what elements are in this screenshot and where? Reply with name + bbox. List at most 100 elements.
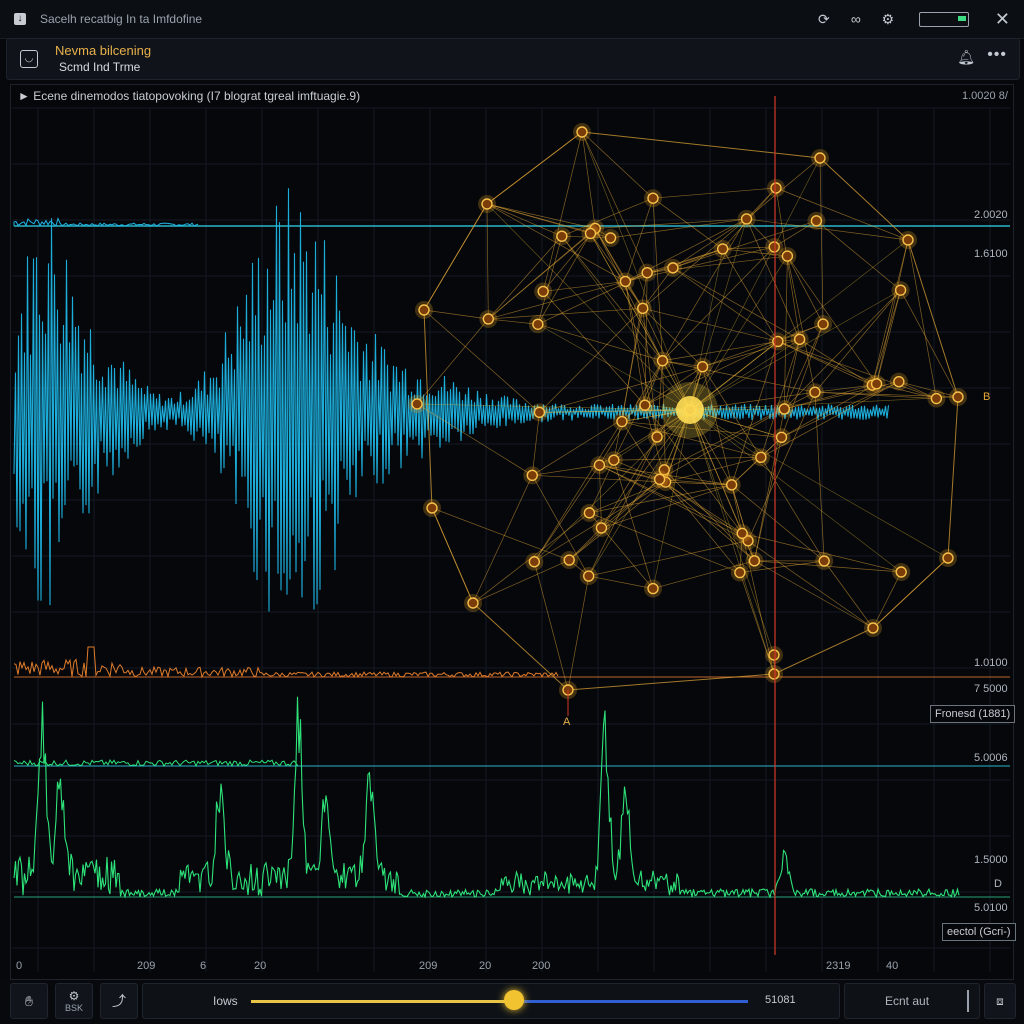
network-node[interactable] — [818, 555, 830, 567]
network-node[interactable] — [583, 507, 596, 519]
network-node[interactable] — [411, 398, 423, 410]
network-node[interactable] — [725, 479, 738, 491]
network-node[interactable] — [748, 555, 761, 567]
settings-button[interactable]: ⚙ BSK — [55, 983, 93, 1019]
panel-top-right-value: 1.0020 8/ — [962, 90, 1008, 102]
network-node[interactable] — [604, 232, 617, 244]
network-node[interactable] — [793, 333, 806, 346]
slider-label: Iows — [213, 994, 238, 1008]
scale-label-6: 1.5000 — [974, 854, 1008, 866]
slider-track-filled[interactable] — [251, 1000, 515, 1003]
settings-button-label: BSK — [64, 1003, 83, 1013]
x-tick-label: 40 — [886, 960, 899, 972]
control-box[interactable]: eectol (Gcri-) — [942, 923, 1016, 941]
network-hub[interactable] — [676, 396, 704, 424]
export-button[interactable]: ⤴ — [100, 983, 138, 1019]
network-node[interactable] — [768, 241, 780, 253]
network-node[interactable] — [641, 266, 653, 279]
network-edge — [754, 560, 874, 629]
network-edge — [581, 131, 654, 199]
network-node[interactable] — [556, 230, 568, 242]
network-node[interactable] — [930, 392, 943, 405]
network-node[interactable] — [942, 552, 954, 564]
screen-icon: ⧈ — [996, 993, 1004, 1008]
network-node[interactable] — [817, 318, 829, 330]
network-node[interactable] — [528, 556, 541, 568]
network-node[interactable] — [653, 473, 666, 486]
network-edge — [672, 267, 779, 342]
visualization-canvas[interactable] — [0, 0, 1024, 980]
network-node[interactable] — [563, 554, 575, 566]
screen-button[interactable]: ⧈ — [984, 983, 1016, 1019]
network-node[interactable] — [734, 566, 746, 579]
network-node[interactable] — [740, 213, 753, 225]
network-node[interactable] — [809, 386, 821, 398]
network-edge — [568, 479, 660, 561]
panel-label: ► Ecene dinemodos tiatopovoking (I7 blog… — [18, 89, 361, 103]
x-tick-label: 6 — [200, 960, 207, 972]
network-edge — [787, 255, 824, 325]
network-edge — [486, 203, 596, 229]
network-node[interactable] — [902, 234, 914, 246]
slider-track-empty[interactable] — [514, 1000, 748, 1003]
network-edge — [533, 561, 569, 691]
network-node[interactable] — [656, 355, 669, 367]
network-edge — [543, 281, 626, 292]
hand-tool-button[interactable]: ✋︎ — [10, 983, 48, 1019]
network-node[interactable] — [426, 502, 438, 514]
network-node[interactable] — [894, 284, 907, 296]
network-node[interactable] — [639, 399, 651, 411]
network-node[interactable] — [768, 649, 780, 661]
network-node[interactable] — [608, 454, 620, 466]
network-edge — [472, 559, 570, 604]
network-node[interactable] — [418, 304, 430, 316]
network-edge — [747, 540, 874, 629]
network-node[interactable] — [576, 126, 588, 138]
scale-label-5: 5.0006 — [974, 752, 1008, 764]
network-node[interactable] — [526, 469, 538, 482]
network-node[interactable] — [893, 375, 905, 388]
network-node[interactable] — [814, 152, 826, 164]
network-node[interactable] — [667, 262, 679, 274]
network-node[interactable] — [952, 391, 964, 403]
network-node[interactable] — [584, 227, 597, 240]
forecast-box[interactable]: Fronesd (1881) — [930, 705, 1016, 723]
network-node[interactable] — [810, 215, 823, 227]
network-node[interactable] — [582, 570, 595, 582]
network-node[interactable] — [533, 406, 546, 419]
network-node[interactable] — [616, 415, 628, 428]
network-node[interactable] — [895, 566, 907, 578]
network-node[interactable] — [537, 285, 549, 298]
network-node[interactable] — [481, 198, 493, 210]
network-node[interactable] — [532, 318, 544, 330]
network-node[interactable] — [716, 243, 729, 255]
network-node[interactable] — [772, 335, 784, 348]
network-edge — [907, 239, 937, 399]
network-node[interactable] — [781, 250, 794, 262]
network-node[interactable] — [647, 582, 659, 595]
scale-label-1: 2.0020 — [974, 209, 1008, 221]
spectrum-green-small — [13, 759, 299, 768]
network-node[interactable] — [736, 527, 748, 540]
event-control[interactable]: Ecnt aut — [844, 983, 980, 1019]
network-node[interactable] — [647, 192, 659, 204]
network-node[interactable] — [467, 597, 479, 609]
network-edge — [823, 560, 874, 629]
network-node[interactable] — [637, 302, 649, 315]
network-edge — [642, 218, 747, 309]
network-node[interactable] — [778, 403, 791, 415]
network-node[interactable] — [770, 182, 782, 194]
network-node[interactable] — [593, 459, 606, 471]
network-node[interactable] — [870, 378, 883, 390]
network-node[interactable] — [755, 451, 767, 464]
network-node[interactable] — [651, 431, 663, 443]
network-node[interactable] — [595, 522, 608, 534]
slider-thumb[interactable] — [504, 990, 525, 1010]
network-node[interactable] — [619, 275, 632, 288]
network-node[interactable] — [696, 361, 709, 373]
network-node[interactable] — [867, 622, 879, 634]
network-node[interactable] — [482, 313, 495, 325]
timeline-slider[interactable]: Iows 51081 — [142, 983, 840, 1019]
network-node[interactable] — [775, 431, 788, 443]
network-node[interactable] — [768, 668, 780, 680]
